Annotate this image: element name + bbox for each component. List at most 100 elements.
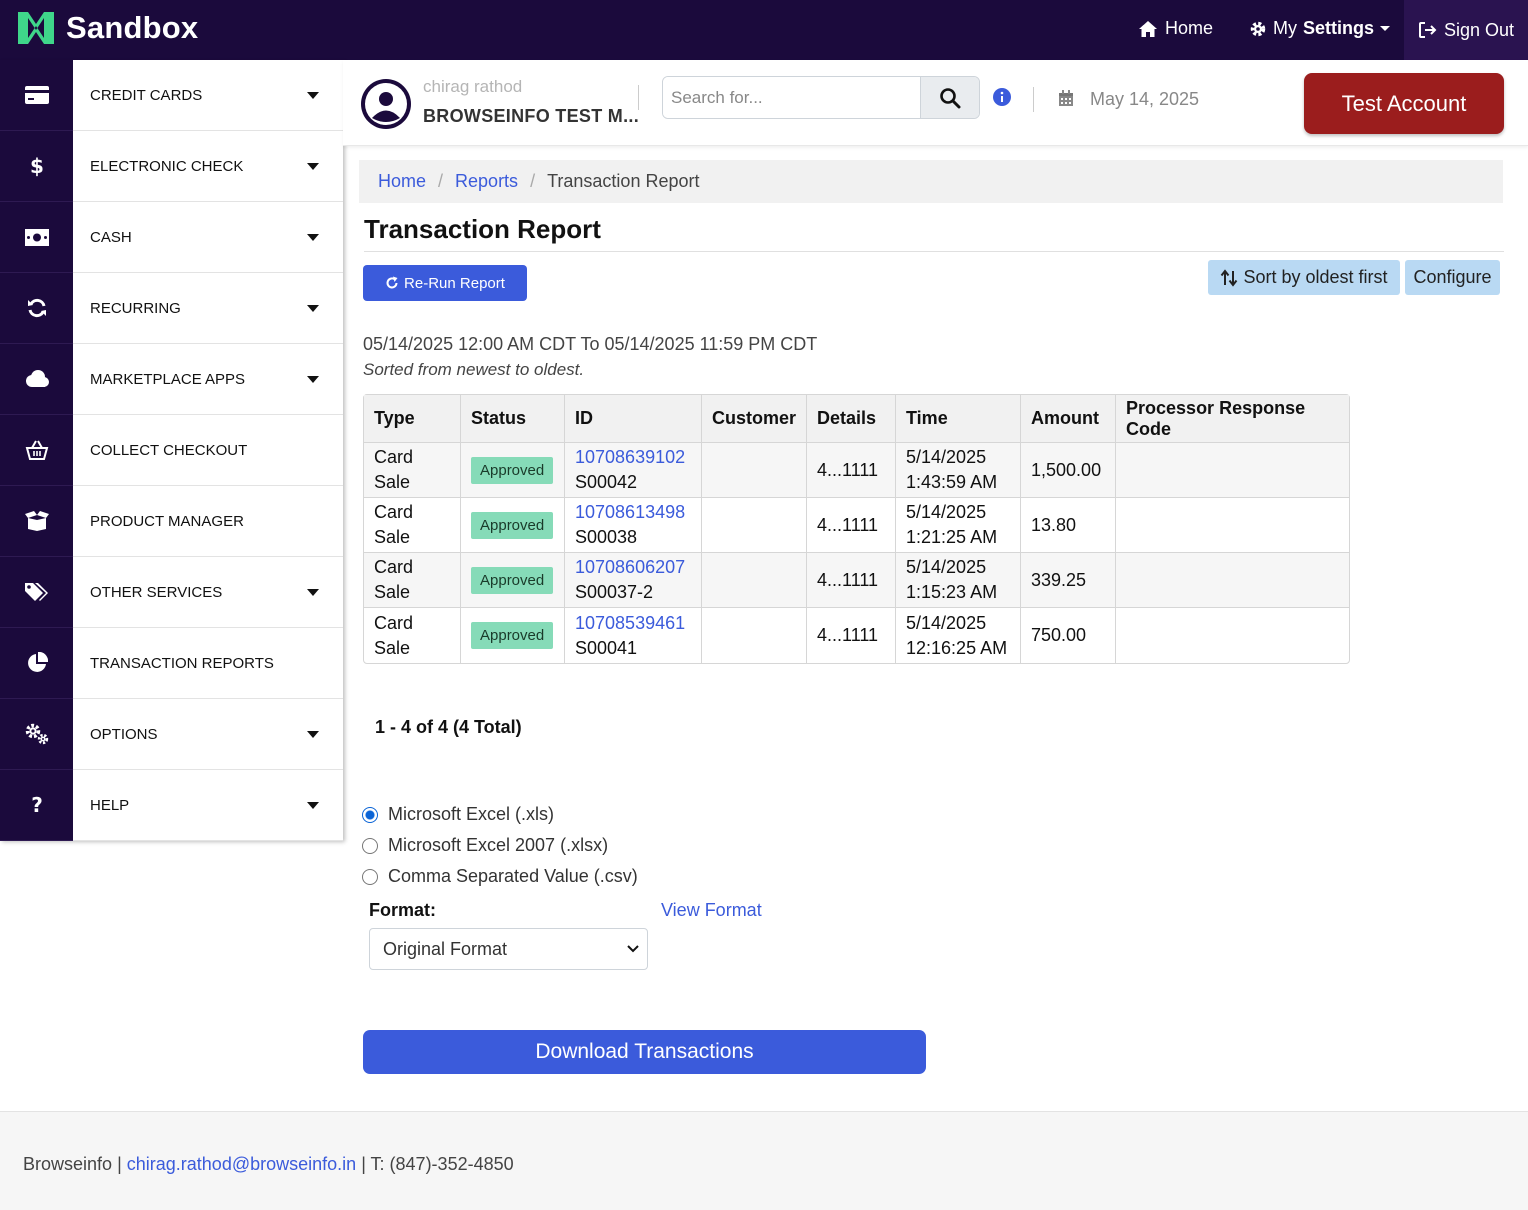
transaction-id-link[interactable]: 10708606207 — [575, 557, 685, 577]
type-text: Card Sale — [374, 612, 414, 658]
export-option-1[interactable]: Microsoft Excel 2007 (.xlsx) — [362, 830, 638, 861]
caret-down-icon[interactable] — [307, 730, 319, 738]
cell-amount: 13.80 — [1021, 498, 1117, 553]
view-format-link[interactable]: View Format — [661, 900, 762, 921]
radio-button[interactable] — [362, 868, 378, 885]
table-row: Card Sale Approved 10708539461 S00041 4...11… — [364, 608, 1349, 663]
card-details: 4...1111 — [817, 459, 879, 480]
radio-button[interactable] — [362, 837, 378, 854]
cell-response-code — [1116, 498, 1350, 553]
merchant-name[interactable]: BROWSEINFO TEST M... — [423, 106, 639, 127]
sidebar-item-help[interactable]: ? HELP — [0, 770, 343, 841]
cell-customer — [702, 608, 808, 663]
cell-status: Approved — [461, 553, 565, 608]
user-avatar-icon[interactable] — [361, 79, 411, 129]
column-header-time: Time — [896, 395, 1022, 443]
txn-amount: 339.25 — [1031, 569, 1087, 590]
search-button[interactable] — [920, 77, 979, 118]
format-select[interactable]: Original Format — [369, 928, 648, 970]
format-label: Format: — [369, 900, 436, 920]
footer-contact: Browseinfo | chirag.rathod@browseinfo.in… — [23, 1154, 514, 1175]
status-badge: Approved — [471, 622, 554, 649]
sidebar-item-product-manager[interactable]: PRODUCT MANAGER — [0, 486, 343, 557]
breadcrumb-reports-link[interactable]: Reports — [455, 171, 518, 192]
txn-time: 12:16:25 AM — [906, 637, 1008, 658]
export-format-options: Microsoft Excel (.xls) Microsoft Excel 20… — [362, 799, 638, 892]
export-option-0[interactable]: Microsoft Excel (.xls) — [362, 799, 638, 830]
sidebar-item-marketplace-apps[interactable]: MARKETPLACE APPS — [0, 344, 343, 415]
type-text: Card Sale — [374, 447, 414, 492]
order-ref: S00037-2 — [575, 582, 654, 602]
sidebar-item-collect-checkout[interactable]: COLLECT CHECKOUT — [0, 415, 343, 486]
basket-icon — [0, 415, 73, 486]
column-header-id: ID — [565, 395, 702, 443]
sidebar-item-credit-cards[interactable]: CREDIT CARDS — [0, 60, 343, 131]
cell-response-code — [1116, 553, 1350, 608]
caret-down-icon[interactable] — [307, 162, 319, 170]
transaction-id-link[interactable]: 10708639102 — [575, 447, 685, 467]
sidebar-item-label: HELP — [90, 796, 130, 814]
column-header-amount: Amount — [1021, 395, 1117, 443]
brand-logo[interactable]: Sandbox — [16, 10, 198, 46]
download-transactions-button[interactable]: Download Transactions — [363, 1030, 926, 1074]
sidebar-item-options[interactable]: OPTIONS — [0, 699, 343, 770]
status-badge: Approved — [471, 511, 554, 539]
configure-button[interactable]: Configure — [1405, 260, 1500, 295]
sidebar-item-recurring[interactable]: RECURRING — [0, 273, 343, 344]
question-icon: ? — [0, 770, 73, 841]
caret-down-icon[interactable] — [307, 375, 319, 383]
divider — [1033, 87, 1034, 112]
txn-amount: 1,500.00 — [1031, 459, 1102, 480]
caret-down-icon[interactable] — [307, 233, 319, 241]
caret-down-icon[interactable] — [307, 588, 319, 596]
export-option-2[interactable]: Comma Separated Value (.csv) — [362, 861, 638, 892]
sidebar-item-label-wrap: RECURRING — [73, 273, 343, 343]
radio-button[interactable] — [362, 806, 378, 823]
nav-home-link[interactable]: Home — [1138, 18, 1213, 39]
cell-amount: 339.25 — [1021, 553, 1117, 608]
nav-settings-label: Settings — [1303, 18, 1375, 38]
transaction-id-link[interactable]: 10708539461 — [575, 613, 685, 633]
calendar-icon — [1059, 90, 1073, 106]
sidebar-item-label-wrap: CREDIT CARDS — [73, 60, 343, 130]
sidebar-item-cash[interactable]: CASH — [0, 202, 343, 273]
cloud-icon — [0, 344, 73, 415]
sidebar-item-transaction-reports[interactable]: TRANSACTION REPORTS — [0, 628, 343, 699]
txn-amount: 13.80 — [1031, 514, 1077, 535]
info-icon[interactable] — [993, 88, 1011, 106]
sidebar-item-label: CREDIT CARDS — [90, 86, 203, 104]
sign-out-button[interactable]: Sign Out — [1404, 0, 1528, 60]
sidebar-menu: CREDIT CARDS $ ELECTRONIC CHECK CASH RECURRI… — [0, 60, 343, 841]
cell-id: 10708613498 S00038 — [565, 498, 702, 553]
cell-response-code — [1116, 443, 1350, 498]
format-select-value: Original Format — [383, 938, 508, 959]
txn-date: 5/14/2025 — [906, 447, 987, 467]
sort-oldest-button[interactable]: Sort by oldest first — [1208, 260, 1400, 295]
rerun-report-button[interactable]: Re-Run Report — [363, 265, 527, 301]
breadcrumb-home-link[interactable]: Home — [378, 171, 426, 192]
sidebar-item-label-wrap: CASH — [73, 202, 343, 272]
card-details: 4...1111 — [817, 514, 879, 535]
footer-email-link[interactable]: chirag.rathod@browseinfo.in — [127, 1154, 356, 1174]
column-header-details: Details — [807, 395, 897, 443]
current-date: May 14, 2025 — [1090, 89, 1200, 109]
table-header-row: Type Status ID Customer Details Time Amount Pro… — [364, 395, 1350, 443]
top-navbar: Sandbox Home My Settings Sign Out — [0, 0, 1528, 60]
transaction-id-link[interactable]: 10708613498 — [575, 502, 685, 522]
account-header: chirag rathod BROWSEINFO TEST M... May 1… — [343, 60, 1528, 146]
cell-id: 10708606207 S00037-2 — [565, 553, 702, 608]
sidebar-item-label-wrap: COLLECT CHECKOUT — [73, 415, 343, 485]
caret-down-icon[interactable] — [307, 91, 319, 99]
sidebar-item-label-wrap: OTHER SERVICES — [73, 557, 343, 627]
search-input[interactable] — [663, 77, 920, 118]
test-account-button[interactable]: Test Account — [1304, 73, 1504, 134]
nav-settings-dropdown[interactable]: My Settings — [1249, 18, 1391, 39]
caret-down-icon[interactable] — [307, 801, 319, 809]
sidebar-item-other-services[interactable]: OTHER SERVICES — [0, 557, 343, 628]
footer-separator: | — [117, 1154, 122, 1174]
sidebar-item-electronic-check[interactable]: $ ELECTRONIC CHECK — [0, 131, 343, 202]
order-ref: S00042 — [575, 472, 638, 492]
breadcrumb-separator: / — [438, 171, 444, 191]
caret-down-icon[interactable] — [307, 304, 319, 312]
search-box — [662, 76, 980, 119]
